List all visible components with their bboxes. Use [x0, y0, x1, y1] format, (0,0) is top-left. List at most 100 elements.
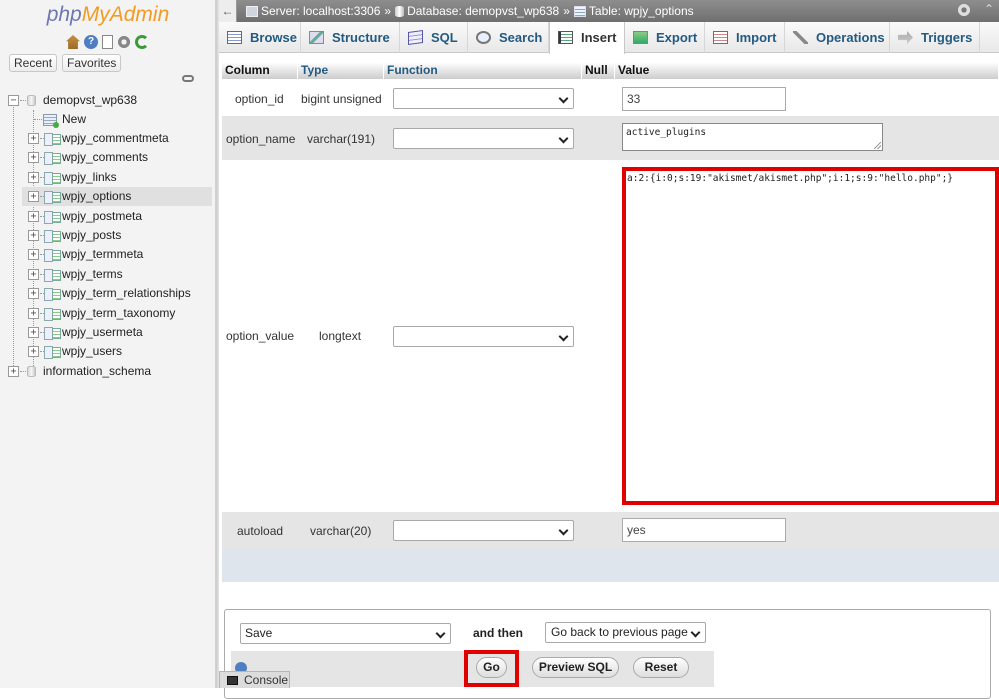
back-arrow-icon[interactable]: ← — [219, 0, 237, 22]
tree-row-new[interactable]: New — [0, 110, 216, 129]
tab-sql[interactable]: SQL — [400, 22, 468, 53]
value-textarea[interactable]: active_plugins — [622, 123, 883, 151]
tab-structure[interactable]: Structure — [301, 22, 400, 53]
collapse-header-icon[interactable]: ⌃ — [983, 3, 995, 15]
tree-row-table[interactable]: + wpjy_termmeta — [0, 245, 216, 264]
expand-icon[interactable]: + — [28, 268, 39, 280]
expand-icon[interactable]: + — [28, 230, 39, 241]
table-name[interactable]: wpjy_commentmeta — [62, 129, 169, 148]
panel-resizer[interactable] — [216, 0, 219, 688]
tree-row-table[interactable]: + wpjy_users — [0, 342, 216, 361]
function-select[interactable] — [393, 326, 574, 347]
table-icon — [44, 327, 61, 340]
expand-icon[interactable]: + — [28, 191, 39, 203]
value-input[interactable]: 33 — [622, 87, 786, 111]
expand-icon[interactable]: + — [28, 346, 39, 358]
resize-grip-icon[interactable] — [874, 142, 881, 149]
database-name[interactable]: information_schema — [43, 362, 151, 381]
table-name[interactable]: wpjy_termmeta — [62, 245, 143, 264]
tab-export[interactable]: Export — [625, 22, 705, 53]
docs-icon[interactable] — [102, 35, 113, 49]
table-name[interactable]: wpjy_postmeta — [62, 207, 142, 226]
breadcrumb-database[interactable]: Database: demopvst_wp638 — [407, 0, 559, 22]
after-insert-select[interactable]: Go back to previous page — [545, 622, 706, 643]
tab-search[interactable]: Search — [468, 22, 549, 53]
tab-operations[interactable]: Operations — [785, 22, 890, 53]
table-name[interactable]: wpjy_users — [62, 342, 122, 361]
tree-row-table[interactable]: + wpjy_term_relationships — [0, 284, 216, 303]
new-table-link[interactable]: New — [62, 110, 86, 129]
expand-icon[interactable]: + — [28, 210, 39, 222]
tree-row-table[interactable]: + wpjy_commentmeta — [0, 129, 216, 148]
wrench-icon — [793, 31, 808, 44]
breadcrumb-separator: » — [563, 4, 570, 18]
tab-label: Structure — [332, 30, 390, 45]
table-icon — [44, 307, 61, 321]
reset-button[interactable]: Reset — [633, 657, 689, 678]
tree-row-table[interactable]: + wpjy_links — [0, 168, 216, 187]
home-icon[interactable] — [66, 35, 80, 49]
tree-row-table[interactable]: + wpjy_terms — [0, 265, 216, 284]
tree-row-table[interactable]: + wpjy_comments — [0, 148, 216, 167]
preview-sql-button[interactable]: Preview SQL — [532, 657, 619, 678]
console-label: Console — [244, 673, 289, 687]
expand-icon[interactable]: + — [28, 249, 39, 261]
function-select[interactable] — [393, 128, 574, 149]
tab-triggers[interactable]: Triggers — [890, 22, 980, 53]
collapse-icon[interactable]: − — [8, 95, 19, 106]
page-settings-icon[interactable] — [957, 3, 971, 17]
tree-row-table[interactable]: + wpjy_posts — [0, 226, 216, 245]
value-textarea-large[interactable]: a:2:{i:0;s:19:"akismet/akismet.php";i:1;… — [624, 170, 997, 504]
help-icon[interactable]: ? — [84, 35, 98, 49]
expand-icon[interactable]: + — [28, 133, 39, 144]
recent-favorites-tabs: Recent Favorites — [9, 54, 122, 72]
recent-tab[interactable]: Recent — [9, 54, 58, 72]
expand-icon[interactable]: + — [28, 171, 39, 183]
expand-icon[interactable]: + — [8, 366, 19, 377]
expand-icon[interactable]: + — [28, 327, 39, 338]
breadcrumb-table[interactable]: Table: wpjy_options — [589, 0, 694, 22]
favorites-tab[interactable]: Favorites — [62, 54, 122, 72]
function-select[interactable] — [393, 88, 574, 109]
table-name[interactable]: wpjy_term_taxonomy — [62, 304, 175, 323]
table-row: autoload varchar(20) yes — [222, 512, 999, 550]
console-toggle[interactable]: Console — [219, 671, 290, 688]
table-icon — [44, 210, 61, 224]
database-name[interactable]: demopvst_wp638 — [43, 91, 137, 110]
search-icon — [476, 31, 491, 44]
go-button[interactable]: Go — [476, 657, 507, 678]
breadcrumb-server[interactable]: Server: localhost:3306 — [261, 0, 380, 22]
link-icon[interactable] — [182, 75, 194, 82]
tree-row-information-schema[interactable]: + information_schema — [0, 362, 216, 381]
save-mode-select[interactable]: Save — [240, 623, 451, 644]
expand-icon[interactable]: + — [28, 307, 39, 319]
tab-label: Insert — [581, 30, 617, 45]
expand-icon[interactable]: + — [28, 288, 39, 300]
value-input[interactable]: yes — [622, 518, 786, 542]
navigation-panel: phpMyAdmin ? Recent Favorites − demopvst… — [0, 0, 216, 688]
table-name[interactable]: wpjy_usermeta — [62, 323, 143, 342]
reload-icon[interactable] — [135, 35, 149, 49]
phpmyadmin-logo[interactable]: phpMyAdmin — [0, 3, 216, 27]
table-name[interactable]: wpjy_comments — [62, 148, 148, 167]
insert-icon — [558, 31, 573, 44]
settings-icon[interactable] — [117, 35, 131, 49]
expand-icon[interactable]: + — [28, 152, 39, 164]
tab-insert[interactable]: Insert — [549, 22, 625, 54]
table-name[interactable]: wpjy_links — [62, 168, 117, 187]
tab-browse[interactable]: Browse — [219, 22, 301, 53]
column-type: varchar(191) — [307, 132, 376, 146]
table-name[interactable]: wpjy_term_relationships — [62, 284, 191, 303]
table-name[interactable]: wpjy_terms — [62, 265, 123, 284]
tree-row-table[interactable]: + wpjy_postmeta — [0, 207, 216, 226]
tree-row-database[interactable]: − demopvst_wp638 — [0, 91, 216, 110]
table-name[interactable]: wpjy_posts — [62, 226, 121, 245]
database-icon — [27, 366, 36, 377]
tab-import[interactable]: Import — [705, 22, 785, 53]
tree-row-table[interactable]: + wpjy_usermeta — [0, 323, 216, 342]
tab-label: Import — [736, 30, 777, 45]
table-name[interactable]: wpjy_options — [62, 187, 131, 206]
tree-row-table[interactable]: + wpjy_term_taxonomy — [0, 304, 216, 323]
tree-row-table[interactable]: + wpjy_options — [22, 187, 212, 207]
function-select[interactable] — [393, 520, 574, 541]
